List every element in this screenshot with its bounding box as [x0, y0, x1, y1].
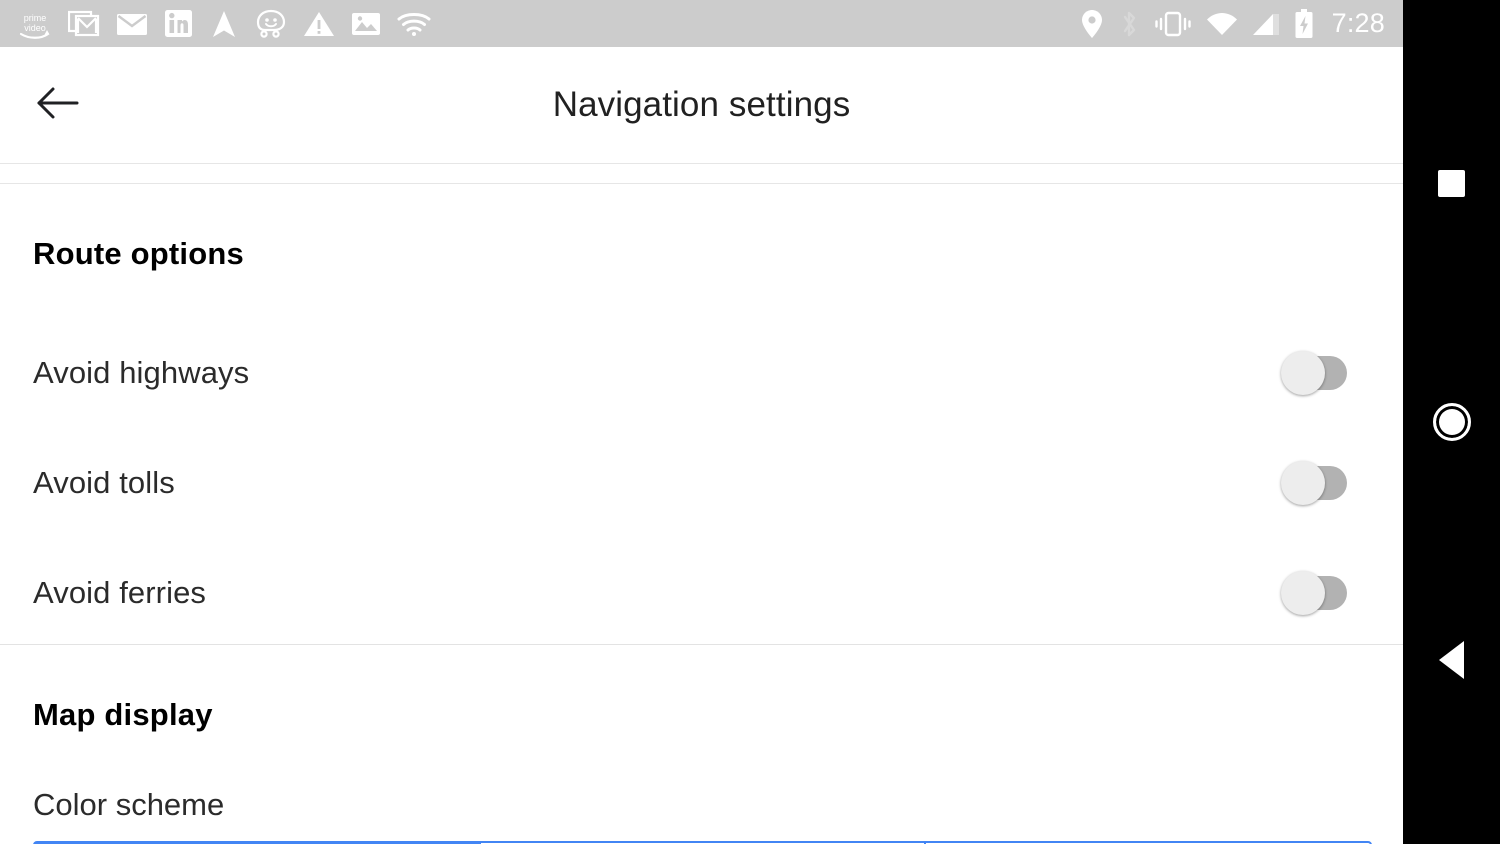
page-title: Navigation settings [552, 85, 851, 124]
square-icon [1438, 170, 1465, 197]
setting-label-avoid-highways: Avoid highways [33, 355, 250, 390]
prime-video-icon: prime video [18, 7, 52, 41]
system-navigation-bar [1403, 0, 1500, 844]
gmail-icon [68, 7, 100, 41]
color-scheme-label: Color scheme [33, 787, 225, 822]
settings-list: Route options Avoid highways Avoid tolls… [0, 184, 1403, 844]
app-bar-divider-top [0, 163, 1403, 164]
section-header-map-display: Map display [33, 697, 213, 732]
toggle-avoid-tolls[interactable] [1281, 461, 1347, 505]
email-icon [116, 7, 148, 41]
setting-row-avoid-highways[interactable]: Avoid highways [0, 318, 1403, 428]
svg-text:video: video [24, 23, 46, 33]
bluetooth-icon [1118, 7, 1140, 41]
linkedin-icon [164, 7, 193, 41]
app-bar: Navigation settings [0, 47, 1403, 163]
toggle-thumb [1281, 351, 1325, 395]
waze-icon [255, 7, 287, 41]
image-icon [351, 7, 381, 41]
location-pin-icon [1080, 7, 1104, 41]
wifi-icon [1206, 7, 1238, 41]
status-bar-notification-icons: prime video [18, 7, 431, 41]
toggle-thumb [1281, 461, 1325, 505]
battery-charging-icon [1294, 7, 1314, 41]
setting-label-avoid-ferries: Avoid ferries [33, 575, 207, 610]
screen: prime video 7:28 Navigation settings Rou… [0, 0, 1500, 844]
phone-viewport: prime video 7:28 Navigation settings Rou… [0, 0, 1403, 844]
navigation-arrow-icon [209, 7, 239, 41]
nav-back-button[interactable] [1403, 611, 1500, 708]
vibrate-icon [1154, 7, 1192, 41]
warning-icon [303, 7, 335, 41]
status-bar-clock: 7:28 [1331, 8, 1385, 38]
nav-home-button[interactable] [1403, 373, 1500, 470]
wifi-alert-icon [397, 7, 431, 41]
setting-row-avoid-ferries[interactable]: Avoid ferries [0, 538, 1403, 648]
cell-signal-icon [1252, 7, 1280, 41]
circle-icon [1432, 402, 1471, 441]
toggle-avoid-ferries[interactable] [1281, 571, 1347, 615]
setting-label-avoid-tolls: Avoid tolls [33, 465, 175, 500]
section-divider [0, 644, 1403, 645]
toggle-thumb [1281, 571, 1325, 615]
setting-row-avoid-tolls[interactable]: Avoid tolls [0, 428, 1403, 538]
triangle-left-icon [1439, 640, 1464, 679]
section-header-route-options: Route options [33, 236, 244, 271]
svg-text:prime: prime [24, 13, 47, 23]
toggle-avoid-highways[interactable] [1281, 351, 1347, 395]
nav-recents-button[interactable] [1403, 135, 1500, 232]
status-bar: prime video 7:28 [0, 0, 1403, 47]
status-bar-system-icons: 7:28 [1080, 7, 1389, 41]
